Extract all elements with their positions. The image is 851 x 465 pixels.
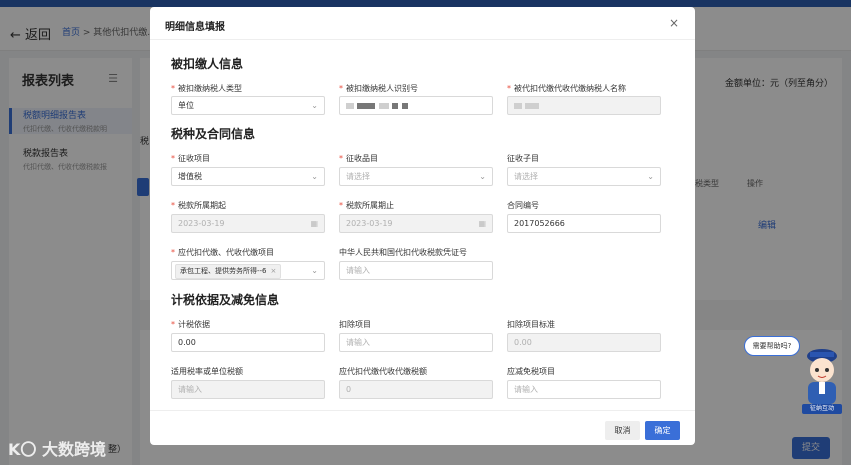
confirm-button[interactable]: 确定 <box>645 421 680 440</box>
close-icon[interactable]: × <box>669 16 679 30</box>
required-mark: * <box>339 201 343 210</box>
modal-footer: 取消 确定 <box>150 410 695 445</box>
section-payer-title: 被扣缴人信息 <box>171 57 244 71</box>
levy-item-label: * 征收项目 <box>171 154 210 163</box>
withholding-item-label: * 应代扣代缴、代收代缴项目 <box>171 248 274 257</box>
calendar-icon: ▦ <box>478 219 486 228</box>
redacted-text <box>379 102 389 109</box>
section-basis-title: 计税依据及减免信息 <box>171 293 280 307</box>
exempt-placeholder: 请输入 <box>514 385 538 394</box>
tag-close-icon[interactable]: × <box>271 267 277 275</box>
payer-id-field[interactable] <box>339 96 493 115</box>
levy-item-value: 增值税 <box>178 172 202 181</box>
voucher-input[interactable]: 请输入 <box>339 261 493 280</box>
required-mark: * <box>339 154 343 163</box>
payer-id-label: * 被扣缴纳税人识别号 <box>339 84 418 93</box>
period-end-field: 2023-03-19 ▦ <box>339 214 493 233</box>
required-mark: * <box>171 84 175 93</box>
voucher-placeholder: 请输入 <box>346 266 370 275</box>
levy-product-label: * 征收品目 <box>339 154 378 163</box>
deduct-std-value: 0.00 <box>514 338 532 347</box>
deduct-item-placeholder: 请输入 <box>346 338 370 347</box>
payer-name-label: * 被代扣代缴代收代缴纳税人名称 <box>507 84 626 93</box>
required-mark: * <box>507 84 511 93</box>
payable-label: 应代扣代缴代收代缴税额 <box>339 367 427 376</box>
period-start-value: 2023-03-19 <box>178 219 225 228</box>
section-tax-title: 税种及合同信息 <box>171 127 256 141</box>
brand-text: 大数跨境 <box>41 440 106 459</box>
deduct-item-label: 扣除项目 <box>339 320 371 329</box>
required-mark: * <box>171 248 175 257</box>
rate-field: 请输入 <box>171 380 325 399</box>
chevron-down-icon: ⌄ <box>311 101 318 110</box>
redacted-text <box>525 102 539 109</box>
period-start-label: * 税款所属期起 <box>171 201 226 210</box>
payer-type-select[interactable]: 单位 ⌄ <box>171 96 325 115</box>
tax-basis-label: * 计税依据 <box>171 320 210 329</box>
rate-placeholder: 请输入 <box>178 385 202 394</box>
cancel-button[interactable]: 取消 <box>605 421 640 440</box>
contract-no-input[interactable]: 2017052666 <box>507 214 661 233</box>
brand-logo-icon: K〇 <box>8 440 37 459</box>
levy-subitem-placeholder: 请选择 <box>514 172 538 181</box>
levy-item-select[interactable]: 增值税 ⌄ <box>171 167 325 186</box>
detail-entry-modal: 明细信息填报 × 被扣缴人信息 * 被扣缴纳税人类型 单位 ⌄ * 被扣缴纳税人识别号… <box>150 7 695 445</box>
exempt-input[interactable]: 请输入 <box>507 380 661 399</box>
period-end-label: * 税款所属期止 <box>339 201 394 210</box>
deduct-item-input[interactable]: 请输入 <box>339 333 493 352</box>
withholding-item-select[interactable]: 承包工程、提供劳务所得--6 × ⌄ <box>171 261 325 280</box>
redacted-text <box>392 102 398 109</box>
required-mark: * <box>171 154 175 163</box>
redacted-text <box>402 102 408 109</box>
required-mark: * <box>171 201 175 210</box>
payer-type-value: 单位 <box>178 101 194 110</box>
levy-subitem-select[interactable]: 请选择 ⌄ <box>507 167 661 186</box>
exempt-label: 应减免税项目 <box>507 367 555 376</box>
calendar-icon: ▦ <box>310 219 318 228</box>
payer-name-field <box>507 96 661 115</box>
tag-label: 承包工程、提供劳务所得--6 <box>180 267 267 275</box>
modal-title: 明细信息填报 <box>165 22 225 33</box>
required-mark: * <box>339 84 343 93</box>
payable-value: 0 <box>346 385 352 394</box>
levy-product-select[interactable]: 请选择 ⌄ <box>339 167 493 186</box>
modal-header: 明细信息填报 × <box>150 7 695 40</box>
tax-basis-input[interactable]: 0.00 <box>171 333 325 352</box>
levy-product-placeholder: 请选择 <box>346 172 370 181</box>
redacted-text <box>357 102 375 109</box>
payer-type-label: * 被扣缴纳税人类型 <box>171 84 242 93</box>
mascot-label: 征纳互动 <box>802 404 842 414</box>
chevron-down-icon: ⌄ <box>479 172 486 181</box>
chevron-down-icon: ⌄ <box>311 172 318 181</box>
selected-tag: 承包工程、提供劳务所得--6 × <box>175 264 282 279</box>
deduct-std-label: 扣除项目标准 <box>507 320 555 329</box>
contract-no-label: 合同编号 <box>507 201 539 210</box>
help-bubble[interactable]: 需要帮助吗? <box>744 336 800 356</box>
contract-no-value: 2017052666 <box>514 219 565 228</box>
redacted-text <box>346 102 354 109</box>
rate-label: 适用税率或单位税额 <box>171 367 243 376</box>
period-start-field: 2023-03-19 ▦ <box>171 214 325 233</box>
deduct-std-field: 0.00 <box>507 333 661 352</box>
required-mark: * <box>171 320 175 329</box>
brand-watermark: K〇 大数跨境 <box>8 436 106 460</box>
voucher-label: 中华人民共和国代扣代收税款凭证号 <box>339 248 467 257</box>
period-end-value: 2023-03-19 <box>346 219 393 228</box>
tax-basis-value: 0.00 <box>178 338 196 347</box>
chevron-down-icon: ⌄ <box>311 266 318 275</box>
redacted-text <box>514 102 522 109</box>
payable-field: 0 <box>339 380 493 399</box>
chevron-down-icon: ⌄ <box>647 172 654 181</box>
levy-subitem-label: 征收子目 <box>507 154 539 163</box>
